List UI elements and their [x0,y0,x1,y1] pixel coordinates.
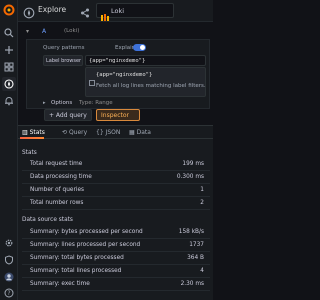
table-row: Summary: bytes processed per second 158 … [22,226,210,239]
query-name[interactable]: A [42,28,46,35]
chart-icon: ▥ [22,129,30,136]
label-browser-button[interactable]: Label browser [43,55,83,66]
inspector-panel: ▥ Stats ⟲ Query {} JSON ▦ Data Stats Tot… [18,125,213,300]
table-row: Total request time 199 ms [22,158,210,171]
add-query-button[interactable]: + Add query [44,109,92,121]
braces-icon: {} [96,129,106,136]
alerting-bell-icon[interactable] [2,94,16,108]
search-icon[interactable] [2,26,16,40]
shield-icon[interactable] [2,253,16,267]
table-row: Number of queries 1 [22,184,210,197]
compass-icon [23,4,37,19]
suggestion-item: {app="nginxdemo"} [96,72,153,78]
collapse-chevron-icon[interactable]: ▾ [26,28,29,35]
options-label: Options [51,100,73,106]
query-expression-input[interactable]: {app="nginxdemo"} [85,55,206,66]
datasource-stats-title: Data source stats [22,217,73,223]
stats-section-title: Stats [22,150,37,156]
help-icon[interactable]: ? [2,286,16,300]
settings-gear-icon[interactable] [2,236,16,250]
datasource-picker[interactable]: Loki [96,3,174,21]
tab-data[interactable]: ▦ Data [129,129,151,136]
suggestion-description: Fetch all log lines matching label filte… [96,83,206,89]
tab-stats[interactable]: ▥ Stats [22,129,45,136]
explore-icon[interactable] [2,77,16,91]
plus-icon[interactable] [2,43,16,57]
table-row: Data processing time 0.300 ms [22,171,210,184]
inspector-button[interactable]: Inspector [96,109,140,121]
datasource-label: Loki [111,7,125,15]
table-icon: ▦ [129,129,137,136]
active-tab-indicator [20,137,44,139]
svg-text:?: ? [7,290,10,297]
query-editor-area: ▾ A (Loki) Query patterns Explain Label … [18,22,213,125]
autocomplete-suggestion[interactable]: {app="nginxdemo"} Fetch all log lines ma… [85,67,206,97]
table-row: Summary: lines processed per second 1737 [22,239,210,252]
query-editor: Query patterns Explain Label browser {ap… [26,39,210,109]
table-row: Summary: exec time 2.30 ms [22,278,210,291]
page-title: Explore [38,5,67,14]
table-row: Summary: total lines processed 4 [22,265,210,278]
avatar[interactable] [2,270,16,284]
loki-logo-icon [101,7,109,21]
sidebar-rail: ? [0,0,18,300]
grafana-logo-icon[interactable] [2,3,16,17]
share-icon[interactable] [80,4,92,18]
query-row-header: ▾ A (Loki) [26,26,210,38]
inspector-tabs: ▥ Stats ⟲ Query {} JSON ▦ Data [18,126,213,139]
query-datasource-hint: (Loki) [64,28,80,34]
table-row: Total number rows 2 [22,197,210,210]
tab-query[interactable]: ⟲ Query [62,129,87,136]
table-row: Summary: total bytes processed 364 B [22,252,210,265]
suggestion-icon [89,71,95,86]
tab-json[interactable]: {} JSON [96,129,120,136]
query-icon: ⟲ [62,129,69,136]
explain-toggle[interactable] [133,44,146,51]
top-bar: Explore Loki [18,0,213,22]
query-patterns-label[interactable]: Query patterns [43,45,85,51]
dashboards-icon[interactable] [2,60,16,74]
chevron-right-icon: ▸ [43,100,46,106]
query-options-row[interactable]: ▸ Options Type: Range [43,99,203,108]
options-value: Type: Range [79,100,113,106]
